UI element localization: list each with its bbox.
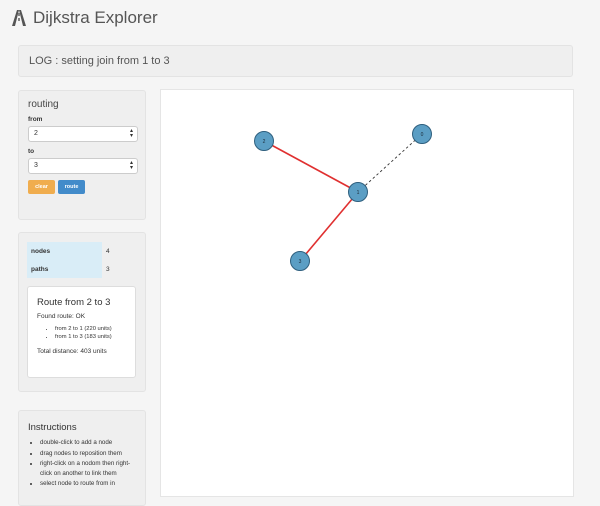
route-result: Route from 2 to 3 Found route: OK from 2… <box>27 286 136 378</box>
graph-edge <box>357 133 423 193</box>
instructions-panel: Instructions double-click to add a node … <box>18 410 146 506</box>
route-edge <box>299 191 359 262</box>
graph-node-label: 1 <box>357 190 360 196</box>
log-text: LOG : setting join from 1 to 3 <box>29 55 170 67</box>
app-title: Dijkstra Explorer <box>33 8 158 27</box>
route-steps: from 2 to 1 (220 units) from 1 to 3 (183… <box>37 326 126 340</box>
route-result-title: Route from 2 to 3 <box>37 297 111 308</box>
graph-svg[interactable]: 2013 <box>161 90 575 498</box>
route-step: from 1 to 3 (183 units) <box>55 334 126 340</box>
routing-buttons: clear route <box>28 180 136 194</box>
instructions-title: Instructions <box>28 422 77 433</box>
route-total: Total distance: 403 units <box>37 348 107 355</box>
graph-node[interactable]: 3 <box>290 251 310 271</box>
route-edge <box>263 140 359 193</box>
nodes-value: 4 <box>106 247 110 255</box>
clear-button[interactable]: clear <box>28 180 55 194</box>
to-select[interactable]: 3 ▴ ▾ <box>28 158 138 174</box>
to-label: to <box>28 148 35 155</box>
from-label: from <box>28 116 43 123</box>
instruction-item: right-click on a nodom then right-click … <box>40 459 136 478</box>
graph-node[interactable]: 0 <box>412 124 432 144</box>
route-status: Found route: OK <box>37 313 86 320</box>
routing-panel: routing from 2 ▴ ▾ to 3 ▴ ▾ clear route <box>18 90 146 220</box>
stats-table: nodes 4 paths 3 <box>27 242 141 278</box>
stats-panel: nodes 4 paths 3 Route from 2 to 3 Found … <box>18 232 146 392</box>
paths-label: paths <box>27 260 102 278</box>
stats-row-nodes: nodes 4 <box>27 242 141 260</box>
graph-node-label: 0 <box>421 132 424 138</box>
graph-node-label: 2 <box>263 139 266 145</box>
instructions-list: double-click to add a node drag nodes to… <box>28 438 136 489</box>
graph-node-label: 3 <box>299 259 302 265</box>
instruction-item: double-click to add a node <box>40 438 136 448</box>
nodes-label: nodes <box>27 242 102 260</box>
log-bar: LOG : setting join from 1 to 3 <box>18 45 573 77</box>
from-select[interactable]: 2 ▴ ▾ <box>28 126 138 142</box>
app-brand[interactable]: Dijkstra Explorer <box>10 7 158 29</box>
route-button[interactable]: route <box>58 180 85 194</box>
stats-row-paths: paths 3 <box>27 260 141 278</box>
paths-value: 3 <box>106 265 110 273</box>
instruction-item: select node to route from in <box>40 479 136 489</box>
select-chevron-icon: ▴ ▾ <box>129 160 133 171</box>
road-icon <box>12 10 26 26</box>
graph-node[interactable]: 2 <box>254 131 274 151</box>
instruction-item: drag nodes to reposition them <box>40 449 136 459</box>
route-step: from 2 to 1 (220 units) <box>55 326 126 332</box>
graph-node[interactable]: 1 <box>348 182 368 202</box>
to-select-value: 3 <box>34 162 38 169</box>
routing-title: routing <box>28 99 59 110</box>
graph-canvas[interactable]: 2013 <box>160 89 574 497</box>
from-select-value: 2 <box>34 130 38 137</box>
select-chevron-icon: ▴ ▾ <box>129 128 133 139</box>
